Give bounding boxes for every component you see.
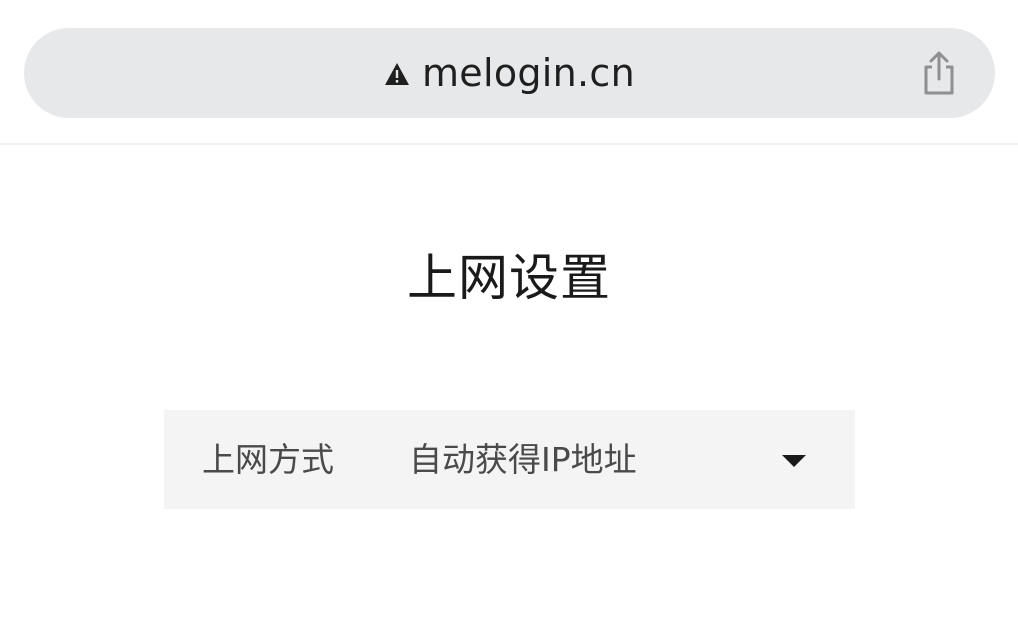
warning-triangle-icon (384, 63, 409, 85)
share-icon[interactable] (919, 50, 959, 96)
address-bar[interactable]: melogin.cn (24, 28, 995, 118)
caret-down-icon[interactable] (782, 455, 806, 467)
url-group[interactable]: melogin.cn (24, 28, 995, 118)
connection-type-select[interactable]: 自动获得IP地址 (409, 410, 637, 509)
toolbar-divider (0, 143, 1018, 145)
page: melogin.cn 上网设置 上网方式 自动获得IP地址 (0, 0, 1018, 640)
url-text[interactable]: melogin.cn (422, 51, 635, 95)
connection-type-label: 上网方式 (202, 440, 334, 479)
connection-type-row[interactable]: 上网方式 自动获得IP地址 (164, 410, 855, 509)
page-title: 上网设置 (407, 249, 611, 307)
